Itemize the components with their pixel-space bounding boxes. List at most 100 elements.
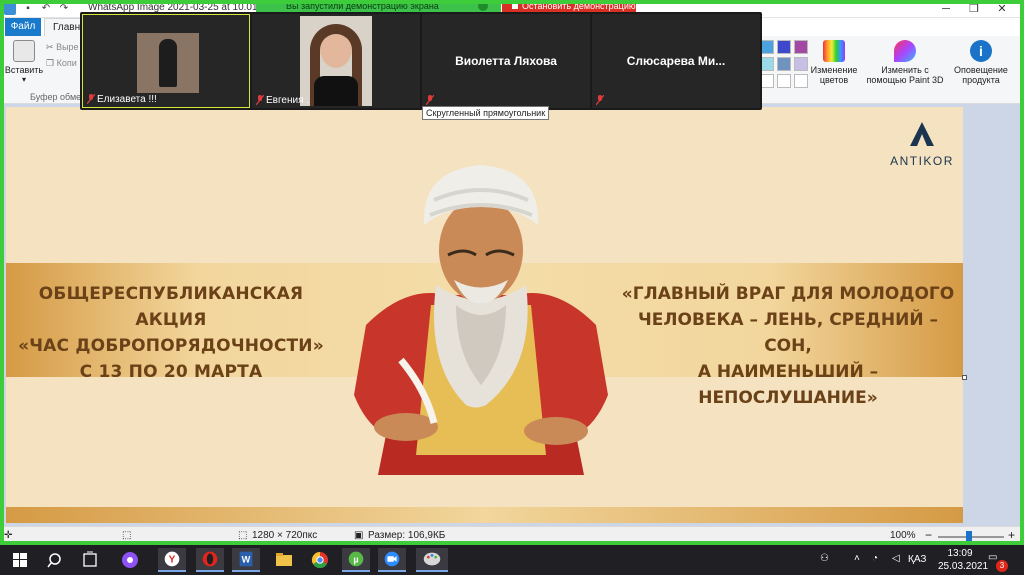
paint-app-icon xyxy=(4,3,16,15)
zoom-out-button[interactable]: − xyxy=(925,528,932,542)
poster-image[interactable]: ANTIKOR ОБЩЕРЕСПУБЛИКАНСКАЯ АКЦИЯ «ЧАС Д… xyxy=(6,107,963,523)
people-icon[interactable]: ⚇ xyxy=(820,553,829,575)
edit-colors-label: Изменение цветов xyxy=(810,65,858,85)
poster-left-line: С 13 ПО 20 МАРТА xyxy=(79,362,263,382)
clipboard-icon xyxy=(13,40,35,62)
copy-button[interactable]: ❐ Копи xyxy=(46,58,77,68)
cursor-position-icon: ✛ xyxy=(4,530,13,541)
share-banner: Вы запустили демонстрацию экрана xyxy=(256,0,501,12)
paint3d-button[interactable]: Изменить с помощью Paint 3D xyxy=(866,40,944,85)
stop-share-button[interactable]: Остановить демонстрацию xyxy=(502,0,636,12)
color-swatch[interactable] xyxy=(760,74,774,88)
selection-icon: ⬚ xyxy=(122,530,132,541)
color-wheel-icon xyxy=(823,40,845,62)
save-icon[interactable]: ▪ xyxy=(22,3,34,15)
antikor-logo: ANTIKOR xyxy=(882,121,962,168)
participant-name: Виолетта Ляхова xyxy=(455,54,557,68)
network-icon[interactable]: ◔ xyxy=(872,553,878,575)
color-palette[interactable] xyxy=(760,40,808,88)
file-explorer-icon[interactable] xyxy=(270,548,298,572)
pin-icon[interactable] xyxy=(478,1,488,11)
poster-right-line: «ГЛАВНЫЙ ВРАГ ДЛЯ МОЛОДОГО xyxy=(621,284,955,304)
yandex-browser-icon[interactable]: Y xyxy=(158,548,186,572)
participant-video xyxy=(137,33,199,93)
image-size-icon: ⬚ xyxy=(238,530,248,541)
color-swatch[interactable] xyxy=(794,57,808,71)
poster-left-line: «ЧАС ДОБРОПОРЯДОЧНОСТИ» xyxy=(18,336,324,356)
zoom-app-icon[interactable] xyxy=(378,548,406,572)
maximize-button[interactable]: ❐ xyxy=(960,0,988,18)
mic-muted-icon xyxy=(87,94,95,104)
color-swatch[interactable] xyxy=(777,40,791,54)
language-indicator[interactable]: ҚАЗ xyxy=(908,554,926,575)
image-dimensions: 1280 × 720пкс xyxy=(252,530,318,541)
info-icon: i xyxy=(970,40,992,62)
file-size: Размер: 106,9КБ xyxy=(368,530,446,541)
paste-button[interactable]: Вставить ▾ xyxy=(4,40,44,85)
participant-tile[interactable]: Евгения . xyxy=(252,14,420,108)
volume-icon[interactable]: ◁ xyxy=(892,553,900,575)
poster-campaign-text: ОБЩЕРЕСПУБЛИКАНСКАЯ АКЦИЯ «ЧАС ДОБРОПОРЯ… xyxy=(6,281,336,385)
opera-icon[interactable] xyxy=(196,548,224,572)
paint3d-icon xyxy=(894,40,916,62)
undo-icon[interactable]: ↶ xyxy=(40,3,52,15)
paint-icon[interactable] xyxy=(416,548,448,572)
color-swatch[interactable] xyxy=(794,74,808,88)
participant-video xyxy=(300,16,372,106)
cut-label: Выре xyxy=(56,42,79,52)
person-body xyxy=(314,76,358,106)
person-figure xyxy=(159,39,177,87)
word-icon[interactable]: W xyxy=(232,548,260,572)
poster-bottom-band xyxy=(6,507,963,523)
resize-handle-right[interactable] xyxy=(962,375,967,380)
zoom-in-button[interactable]: + xyxy=(1008,528,1015,542)
utorrent-icon[interactable]: µ xyxy=(342,548,370,572)
poster-right-line: А НАИМЕНЬШИЙ – НЕПОСЛУШАНИЕ» xyxy=(697,362,879,408)
color-swatch[interactable] xyxy=(760,40,774,54)
chrome-icon[interactable] xyxy=(306,548,334,572)
windows-start-icon[interactable] xyxy=(6,548,34,572)
participant-name: Елизавета !!! xyxy=(97,94,157,105)
clock-time: 13:09 xyxy=(947,548,973,559)
close-button[interactable]: ✕ xyxy=(988,0,1016,18)
paste-label: Вставить xyxy=(4,65,44,75)
mic-muted-icon xyxy=(256,95,264,105)
tooltip: Скругленный прямоугольник xyxy=(422,106,550,120)
notification-badge: 3 xyxy=(996,560,1008,572)
redo-icon[interactable]: ↷ xyxy=(58,3,70,15)
clipboard-group-label: Буфер обмен xyxy=(30,92,87,102)
color-swatch[interactable] xyxy=(760,57,774,71)
antikor-brand-name: ANTIKOR xyxy=(890,154,954,168)
zoom-level: 100% xyxy=(890,530,916,541)
mic-muted-icon xyxy=(426,95,434,105)
taskbar: Y W µ ⚇ ˄ ◔ ◁ ҚАЗ 13:09 25.03.2021 ▭ 3 xyxy=(0,545,1024,575)
copy-label: Копи xyxy=(56,58,77,68)
color-swatch[interactable] xyxy=(777,74,791,88)
color-swatch[interactable] xyxy=(777,57,791,71)
participant-tile[interactable]: Елизавета !!! xyxy=(82,14,250,108)
clock[interactable]: 13:09 25.03.2021 xyxy=(938,548,988,575)
mic-muted-icon xyxy=(596,95,604,105)
portrait-illustration xyxy=(354,165,608,475)
show-hidden-icons[interactable]: ˄ xyxy=(854,553,860,575)
product-alert-button[interactable]: i Оповещение продукта xyxy=(948,40,1014,85)
participant-tile[interactable]: Слюсарева Ми... xyxy=(592,14,760,108)
minimize-button[interactable]: ─ xyxy=(932,0,960,18)
zoom-slider[interactable] xyxy=(938,531,1004,543)
search-icon[interactable] xyxy=(42,548,70,572)
zoom-slider-thumb[interactable] xyxy=(966,531,972,543)
tab-file[interactable]: Файл xyxy=(5,18,41,36)
svg-text:µ: µ xyxy=(353,555,358,565)
edit-colors-button[interactable]: Изменение цветов xyxy=(808,40,860,85)
zoom-participants-bar[interactable]: Елизавета !!! Евгения . Виолетта Ляхова … xyxy=(80,12,762,110)
status-bar: ✛ ⬚ ⬚ 1280 × 720пкс ▣ Размер: 106,9КБ 10… xyxy=(0,526,1024,545)
color-swatch[interactable] xyxy=(794,40,808,54)
task-view-icon[interactable] xyxy=(76,548,104,572)
scissors-icon: ✂ xyxy=(46,42,54,52)
participant-name: Евгения . xyxy=(266,95,310,106)
stop-icon xyxy=(512,3,518,9)
cut-button[interactable]: ✂ Выре xyxy=(46,42,79,52)
alice-icon[interactable] xyxy=(116,548,144,572)
svg-text:W: W xyxy=(242,555,251,565)
participant-tile[interactable]: Виолетта Ляхова xyxy=(422,14,590,108)
